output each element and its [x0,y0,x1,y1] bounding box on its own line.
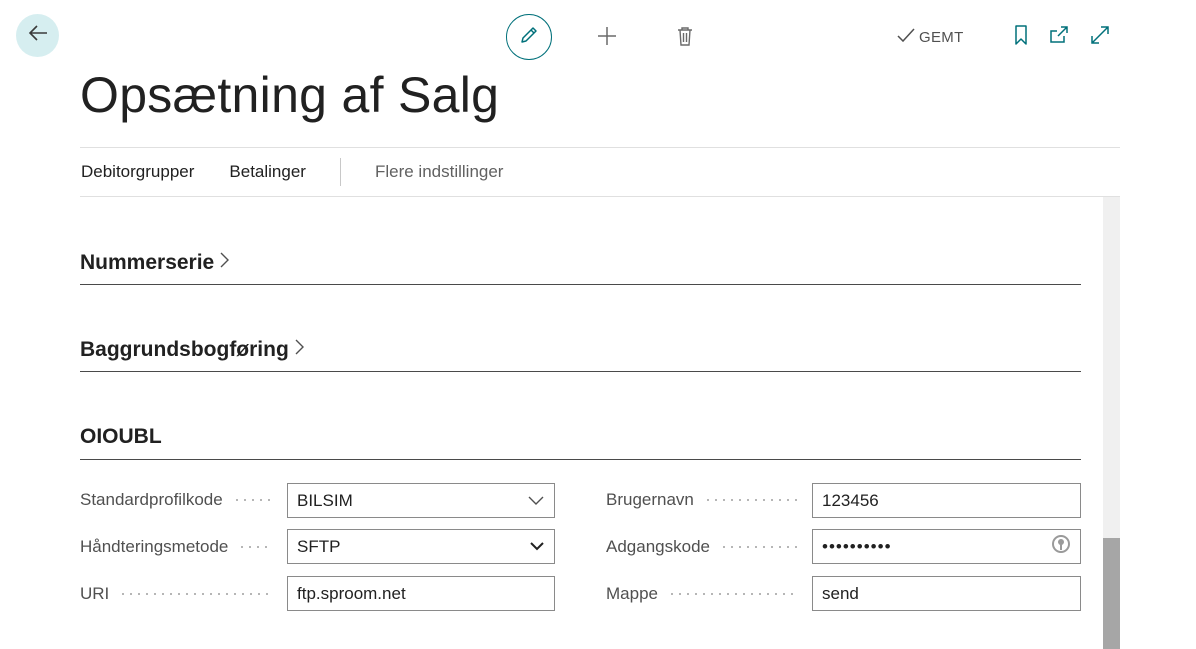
brugernavn-value: 123456 [822,490,879,510]
page-title: Opsætning af Salg [80,67,500,123]
brugernavn-input[interactable]: 123456 [812,483,1081,518]
label-leader-dots [703,499,798,501]
section-title-baggrundsbogforing: Baggrundsbogføring [80,338,289,361]
delete-button[interactable] [672,25,698,51]
saved-label: GEMT [919,28,964,46]
adgangskode-value: •••••••••• [822,536,892,556]
label-uri: URI [80,584,110,603]
tab-flere-indstillinger[interactable]: Flere indstillinger [374,162,505,182]
section-header-oioubl[interactable]: OIOUBL [80,425,1081,449]
label-mappe: Mappe [606,584,658,603]
handteringsmetode-select[interactable]: SFTP [287,529,555,564]
expand-button[interactable] [1088,25,1112,49]
bookmark-icon [1013,24,1029,51]
edit-button[interactable] [506,14,552,60]
section-title-nummerserie: Nummerserie [80,251,215,274]
tab-separator [339,158,341,186]
chevron-right-icon [293,337,305,363]
field-mappe: Mappe [606,582,812,606]
field-handteringsmetode: Håndteringsmetode [80,535,287,559]
field-adgangskode: Adgangskode [606,535,812,559]
adgangskode-input[interactable]: •••••••••• [812,529,1081,564]
field-uri: URI [80,582,287,606]
label-leader-dots [667,593,798,595]
bookmark-button[interactable] [1010,24,1032,51]
open-new-window-button[interactable] [1047,25,1071,49]
uri-value: ftp.sproom.net [297,583,406,603]
label-handteringsmetode: Håndteringsmetode [80,537,229,556]
label-leader-dots [719,546,798,548]
label-leader-dots [238,546,273,548]
section-title-oioubl: OIOUBL [80,425,162,448]
password-manager-icon[interactable] [1051,533,1071,560]
mappe-value: send [822,583,859,603]
section-header-baggrundsbogforing[interactable]: Baggrundsbogføring [80,337,1081,363]
label-leader-dots [119,593,273,595]
label-leader-dots [232,499,273,501]
scrollbar-thumb[interactable] [1103,538,1120,649]
label-brugernavn: Brugernavn [606,490,694,509]
pencil-icon [518,24,540,51]
label-adgangskode: Adgangskode [606,537,710,556]
tab-bar: Debitorgrupper Betalinger Flere indstill… [80,148,1120,196]
uri-input[interactable]: ftp.sproom.net [287,576,555,611]
standardprofilkode-combobox[interactable]: BILSIM [287,483,555,518]
field-standardprofilkode: Standardprofilkode [80,488,287,512]
saved-status: GEMT [896,26,964,48]
section-header-nummerserie[interactable]: Nummerserie [80,250,1081,276]
trash-icon [675,25,695,52]
handteringsmetode-value: SFTP [297,536,341,556]
chevron-down-icon[interactable] [527,491,545,511]
label-standardprofilkode: Standardprofilkode [80,490,223,509]
tab-debitorgrupper[interactable]: Debitorgrupper [80,162,195,182]
plus-icon [596,25,618,52]
section-oioubl: OIOUBL [80,425,1081,460]
new-button[interactable] [594,25,620,51]
field-brugernavn: Brugernavn [606,488,812,512]
open-in-new-window-icon [1048,24,1070,51]
tabs-bottom-divider [80,196,1120,197]
chevron-down-icon[interactable] [529,537,545,557]
standardprofilkode-value: BILSIM [297,490,353,510]
chevron-right-icon [218,250,230,276]
section-baggrundsbogforing: Baggrundsbogføring [80,337,1081,372]
tab-betalinger[interactable]: Betalinger [228,162,307,182]
arrow-left-icon [27,22,49,49]
back-button[interactable] [16,14,59,57]
mappe-input[interactable]: send [812,576,1081,611]
check-icon [896,27,916,47]
section-nummerserie: Nummerserie [80,250,1081,285]
expand-icon [1089,24,1111,51]
